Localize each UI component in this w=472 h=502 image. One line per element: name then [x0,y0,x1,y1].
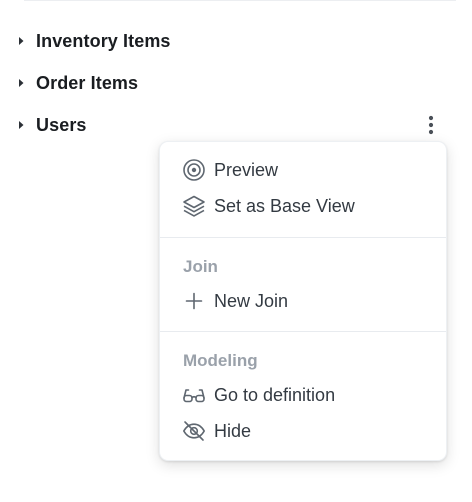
tree-item-label: Users [36,114,87,135]
layers-icon [182,194,206,218]
menu-item-set-as-base-view[interactable]: Set as Base View [182,192,432,220]
menu-item-label: Hide [214,420,252,441]
caret-right-icon[interactable] [14,76,28,90]
section-header-modeling: Modeling [183,351,258,370]
tree-item-order-items[interactable]: Order Items [14,71,138,95]
tree-item-label: Inventory Items [36,30,171,51]
top-divider [24,0,456,1]
tree-item-inventory-items[interactable]: Inventory Items [14,29,171,53]
menu-item-label: Set as Base View [214,195,355,216]
plus-icon [182,289,206,313]
menu-item-label: Go to definition [214,384,336,405]
menu-item-hide[interactable]: Hide [182,417,432,445]
menu-item-label: New Join [214,290,289,311]
menu-item-go-to-definition[interactable]: Go to definition [182,381,432,409]
eye-off-icon [182,419,206,443]
menu-item-new-join[interactable]: New Join [182,287,432,315]
glasses-icon [182,383,206,407]
menu-divider [160,237,446,238]
more-options-button[interactable] [418,112,444,138]
caret-right-icon[interactable] [14,34,28,48]
tree-item-label: Order Items [36,72,139,93]
section-header-join: Join [183,257,218,276]
explorer-panel: Inventory Items Order Items Users Previe… [0,0,472,502]
context-menu: Preview Set as Base View Join New Join M… [159,141,447,461]
preview-target-icon [182,158,206,182]
tree-item-users[interactable]: Users [14,113,87,137]
menu-divider [160,331,446,332]
kebab-menu-icon [428,115,434,135]
caret-right-icon[interactable] [14,118,28,132]
menu-item-label: Preview [214,159,279,180]
menu-item-preview[interactable]: Preview [182,156,432,184]
